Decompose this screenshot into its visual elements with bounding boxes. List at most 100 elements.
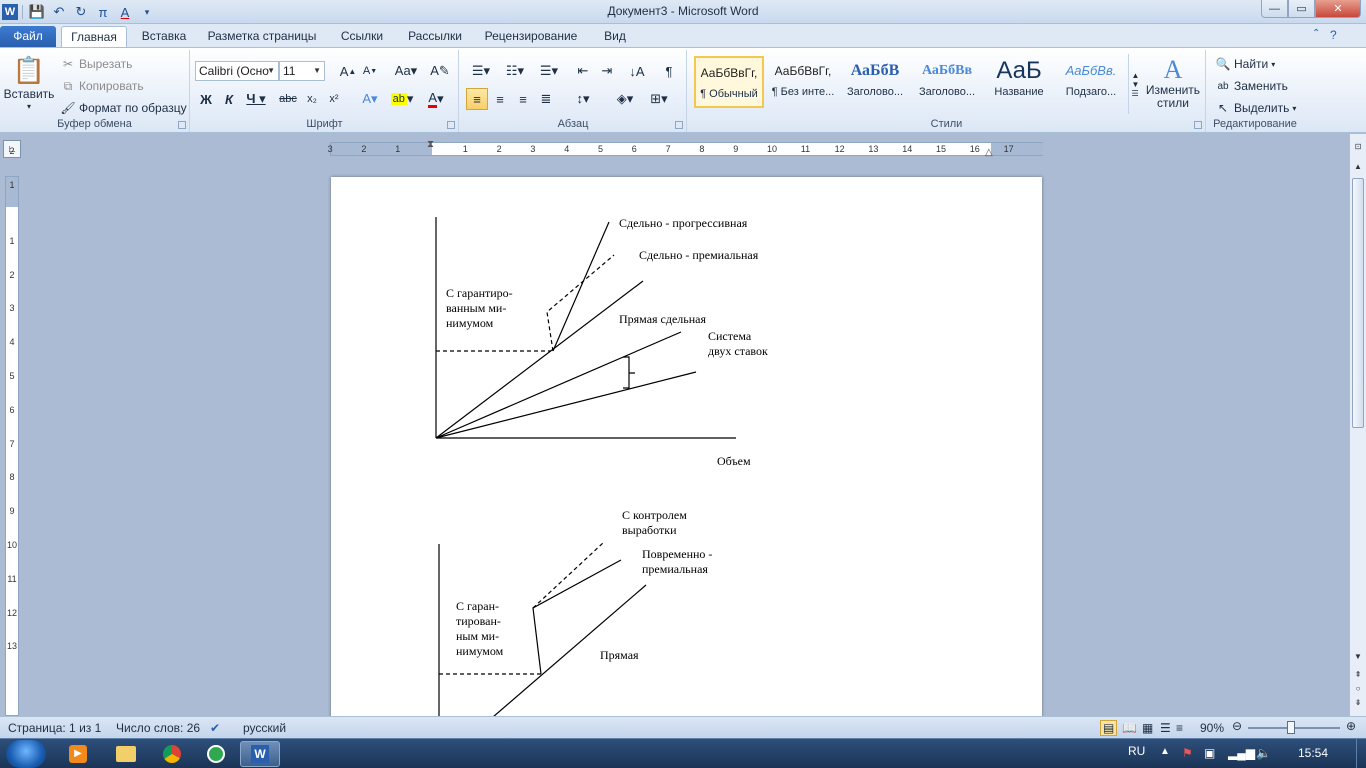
full-screen-reading-icon[interactable]: 📖 xyxy=(1122,721,1137,735)
increase-indent-icon[interactable]: ⇥ xyxy=(596,60,618,82)
vertical-ruler[interactable]: 2 1 1 2 3 4 5 6 7 8 9 10 11 12 13 xyxy=(5,146,19,716)
browse-object-icon[interactable]: ○ xyxy=(1352,684,1364,698)
superscript-icon[interactable]: x² xyxy=(323,88,345,110)
web-layout-icon[interactable]: ▦ xyxy=(1142,721,1153,735)
scroll-up-icon[interactable]: ▲ xyxy=(1352,162,1364,176)
grow-font-icon[interactable]: A ▲ xyxy=(337,60,359,82)
style-normal[interactable]: АаБбВвГг, ¶ Обычный xyxy=(694,56,764,108)
justify-icon[interactable]: ≣ xyxy=(535,88,557,110)
change-styles-button[interactable]: A Изменить стили xyxy=(1144,54,1202,110)
subscript-icon[interactable]: x₂ xyxy=(301,88,323,110)
paragraph-launcher[interactable] xyxy=(675,121,683,129)
style-heading-2[interactable]: АаБбВв Заголово... xyxy=(912,56,982,108)
italic-icon[interactable]: К xyxy=(218,88,240,110)
font-name-combo[interactable]: Calibri (Осно ▼ xyxy=(195,61,279,81)
font-size-combo[interactable]: 11 ▼ xyxy=(279,61,325,81)
find-button[interactable]: 🔍 Найти ▾ xyxy=(1215,56,1276,72)
messenger-icon[interactable] xyxy=(196,741,236,767)
align-right-icon[interactable]: ≡ xyxy=(512,88,534,110)
bold-icon[interactable]: Ж xyxy=(195,88,217,110)
style-title[interactable]: АаБ Название xyxy=(984,56,1054,108)
input-language[interactable]: RU xyxy=(1128,744,1145,758)
page-count[interactable]: Страница: 1 из 1 xyxy=(8,721,101,735)
font-color-icon[interactable]: A ▾ xyxy=(421,88,451,110)
align-center-icon[interactable]: ≡ xyxy=(489,88,511,110)
replace-button[interactable]: ab Заменить xyxy=(1215,78,1288,94)
tab-insert[interactable]: Вставка xyxy=(133,26,195,47)
minimize-ribbon-icon[interactable]: ⌃ xyxy=(1312,28,1320,39)
outline-icon[interactable]: ☰ xyxy=(1160,721,1171,735)
bullets-icon[interactable]: ☰▾ xyxy=(466,60,496,82)
minimize-button[interactable]: — xyxy=(1261,0,1288,18)
clear-formatting-icon[interactable]: A✎ xyxy=(429,60,451,82)
tab-review[interactable]: Рецензирование xyxy=(478,26,584,47)
tab-view[interactable]: Вид xyxy=(592,26,638,47)
indent-marker-icon[interactable]: ⧗ xyxy=(427,139,434,150)
strikethrough-icon[interactable]: abc xyxy=(277,88,299,110)
network-icon[interactable]: ▂▄▆ xyxy=(1228,746,1255,760)
decrease-indent-icon[interactable]: ⇤ xyxy=(572,60,594,82)
format-painter-button[interactable]: 🖌 Формат по образцу xyxy=(60,100,186,116)
volume-icon[interactable]: 🔈 xyxy=(1256,746,1271,760)
scroll-down-icon[interactable]: ▼ xyxy=(1352,652,1364,666)
numbering-icon[interactable]: ☷▾ xyxy=(500,60,530,82)
horizontal-ruler[interactable]: 3 2 1 1 2 3 4 5 6 7 8 9 10 11 12 13 14 15 16 17 ⧗ △ xyxy=(328,139,1043,158)
maximize-button[interactable]: ▭ xyxy=(1288,0,1315,18)
style-heading-1[interactable]: АаБбВ Заголово... xyxy=(840,56,910,108)
clipboard-launcher[interactable] xyxy=(178,121,186,129)
cut-button[interactable]: ✂ Вырезать xyxy=(60,56,132,72)
borders-icon[interactable]: ⊞▾ xyxy=(644,88,674,110)
language[interactable]: русский xyxy=(243,721,286,735)
word-count[interactable]: Число слов: 26 xyxy=(116,721,200,735)
copy-button[interactable]: ⧉ Копировать xyxy=(60,78,144,94)
tab-file[interactable]: Файл xyxy=(0,26,56,47)
zoom-in-icon[interactable]: ⊕ xyxy=(1346,719,1356,733)
tab-page-layout[interactable]: Разметка страницы xyxy=(200,26,324,47)
clock[interactable]: 15:54 xyxy=(1298,746,1328,760)
device-icon[interactable]: ▣ xyxy=(1204,746,1215,760)
document-page[interactable]: Сдельно - прогрессивная Сдельно - премиа… xyxy=(331,177,1042,717)
ruler-toggle-icon[interactable]: ⊡ xyxy=(1352,142,1364,156)
font-launcher[interactable] xyxy=(447,121,455,129)
highlight-icon[interactable]: ab ▾ xyxy=(387,88,417,110)
shading-icon[interactable]: ◈▾ xyxy=(610,88,640,110)
shrink-font-icon[interactable]: A ▼ xyxy=(359,60,381,82)
proofing-icon[interactable]: ✔ xyxy=(210,721,220,735)
prev-page-icon[interactable]: ⇞ xyxy=(1352,670,1364,684)
tab-mailings[interactable]: Рассылки xyxy=(400,26,470,47)
action-center-icon[interactable]: ⚑ xyxy=(1182,746,1193,760)
text-effects-icon[interactable]: A▾ xyxy=(355,88,385,110)
style-subtitle[interactable]: АаБбВв. Подзаго... xyxy=(1056,56,1126,108)
sort-icon[interactable]: ↓A xyxy=(626,60,648,82)
show-desktop-button[interactable] xyxy=(1356,739,1366,768)
styles-scroll[interactable]: ▲ ▼ ☰ xyxy=(1128,54,1142,114)
media-player-icon[interactable]: ▶ xyxy=(58,741,98,767)
vertical-scrollbar[interactable]: ⊡ ▲ ▼ ⇞ ○ ⇟ xyxy=(1349,134,1366,716)
print-layout-icon[interactable]: ▤ xyxy=(1100,720,1118,736)
close-button[interactable]: ✕ xyxy=(1315,0,1361,18)
line-spacing-icon[interactable]: ↕▾ xyxy=(568,88,598,110)
zoom-slider-knob[interactable] xyxy=(1287,721,1295,734)
tab-references[interactable]: Ссылки xyxy=(332,26,392,47)
tab-home[interactable]: Главная xyxy=(61,26,127,47)
word-taskbar-icon[interactable]: W xyxy=(240,741,280,767)
next-page-icon[interactable]: ⇟ xyxy=(1352,698,1364,712)
multilevel-list-icon[interactable]: ☰▾ xyxy=(534,60,564,82)
show-formatting-icon[interactable]: ¶ xyxy=(658,60,680,82)
select-button[interactable]: ↖ Выделить ▾ xyxy=(1215,100,1296,116)
scroll-thumb[interactable] xyxy=(1352,178,1364,428)
help-icon[interactable]: ? xyxy=(1330,28,1337,42)
zoom-out-icon[interactable]: ⊖ xyxy=(1232,719,1242,733)
underline-icon[interactable]: Ч ▾ xyxy=(241,88,271,110)
explorer-icon[interactable] xyxy=(106,741,146,767)
start-button[interactable] xyxy=(6,740,46,768)
draft-icon[interactable]: ≡ xyxy=(1176,721,1183,735)
paste-button[interactable]: 📋 Вставить ▾ xyxy=(4,54,55,112)
chrome-icon[interactable] xyxy=(152,741,192,767)
styles-launcher[interactable] xyxy=(1194,121,1202,129)
right-indent-icon[interactable]: △ xyxy=(985,147,993,158)
align-left-icon[interactable]: ≡ xyxy=(466,88,488,110)
show-hidden-icons-icon[interactable]: ▲ xyxy=(1160,746,1170,757)
zoom-level[interactable]: 90% xyxy=(1200,721,1224,735)
change-case-icon[interactable]: Aa▾ xyxy=(391,60,421,82)
